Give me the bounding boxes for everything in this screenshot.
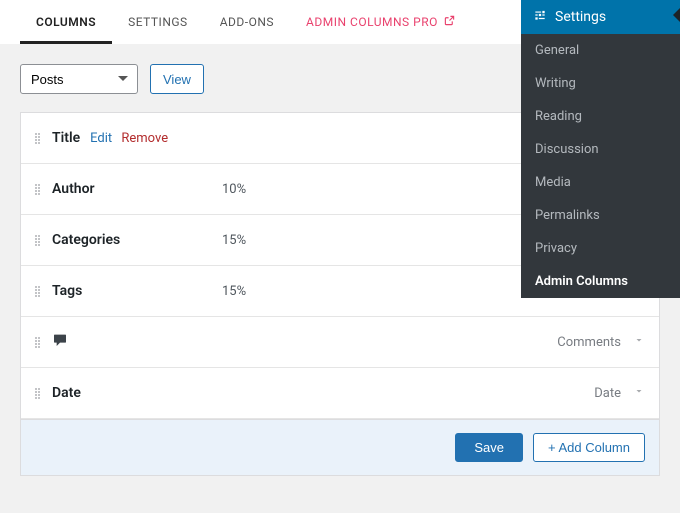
edit-link[interactable]: Edit bbox=[90, 131, 112, 146]
drag-handle-icon[interactable] bbox=[35, 286, 40, 297]
settings-item-media[interactable]: Media bbox=[521, 166, 680, 199]
column-label: Tags bbox=[52, 283, 222, 299]
settings-item-admin-columns[interactable]: Admin Columns bbox=[521, 265, 680, 298]
footer-bar: Save + Add Column bbox=[21, 419, 659, 475]
column-label bbox=[52, 332, 222, 352]
list-selector-wrap: Posts bbox=[20, 64, 138, 94]
save-button[interactable]: Save bbox=[455, 433, 523, 462]
settings-panel-title: Settings bbox=[555, 9, 606, 25]
column-label: Date bbox=[52, 385, 222, 401]
drag-handle-icon[interactable] bbox=[35, 133, 40, 144]
settings-item-writing[interactable]: Writing bbox=[521, 67, 680, 100]
settings-panel: Settings General Writing Reading Discuss… bbox=[521, 0, 680, 298]
settings-item-privacy[interactable]: Privacy bbox=[521, 232, 680, 265]
column-row[interactable]: Date Date bbox=[21, 368, 659, 419]
column-type: Comments bbox=[557, 335, 621, 350]
drag-handle-icon[interactable] bbox=[35, 235, 40, 246]
column-width: 10% bbox=[222, 182, 342, 197]
drag-handle-icon[interactable] bbox=[35, 184, 40, 195]
drag-handle-icon[interactable] bbox=[35, 337, 40, 348]
list-selector[interactable]: Posts bbox=[20, 64, 138, 94]
tab-admin-columns-pro[interactable]: ADMIN COLUMNS PRO bbox=[290, 1, 471, 44]
settings-item-permalinks[interactable]: Permalinks bbox=[521, 199, 680, 232]
pointer-icon bbox=[666, 8, 680, 22]
remove-link[interactable]: Remove bbox=[121, 131, 168, 146]
column-label: Author bbox=[52, 181, 222, 197]
sliders-icon bbox=[533, 8, 547, 26]
external-link-icon bbox=[444, 15, 455, 29]
column-row[interactable]: Comments bbox=[21, 317, 659, 368]
comment-icon bbox=[52, 332, 68, 352]
settings-list: General Writing Reading Discussion Media… bbox=[521, 34, 680, 298]
column-width: 15% bbox=[222, 284, 342, 299]
settings-item-discussion[interactable]: Discussion bbox=[521, 133, 680, 166]
column-actions: Edit Remove bbox=[90, 131, 168, 146]
column-width: 15% bbox=[222, 233, 342, 248]
view-button[interactable]: View bbox=[150, 64, 204, 94]
settings-item-reading[interactable]: Reading bbox=[521, 100, 680, 133]
chevron-down-icon[interactable] bbox=[633, 334, 645, 350]
tab-columns[interactable]: COLUMNS bbox=[20, 1, 112, 44]
column-label: Title Edit Remove bbox=[52, 130, 222, 146]
pro-label: ADMIN COLUMNS PRO bbox=[306, 15, 438, 29]
tab-settings[interactable]: SETTINGS bbox=[112, 1, 204, 44]
settings-item-general[interactable]: General bbox=[521, 34, 680, 67]
tab-addons[interactable]: ADD-ONS bbox=[204, 1, 290, 44]
add-column-button[interactable]: + Add Column bbox=[533, 433, 645, 462]
settings-panel-header[interactable]: Settings bbox=[521, 0, 680, 34]
drag-handle-icon[interactable] bbox=[35, 388, 40, 399]
chevron-down-icon[interactable] bbox=[633, 385, 645, 401]
column-label: Categories bbox=[52, 232, 222, 248]
column-type: Date bbox=[594, 386, 621, 401]
